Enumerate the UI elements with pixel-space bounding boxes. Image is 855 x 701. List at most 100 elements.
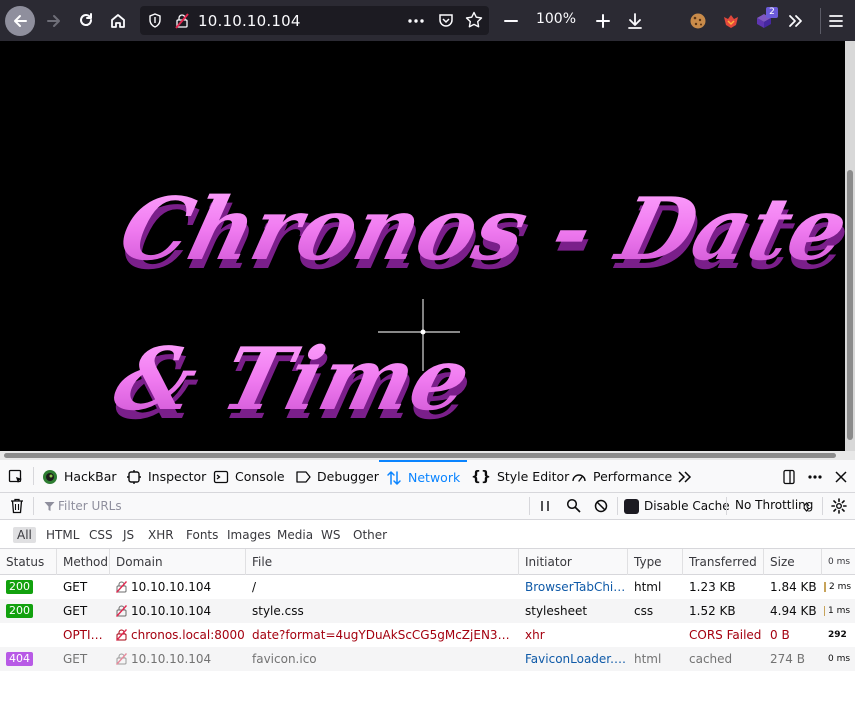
table-row[interactable]: 404 GET 10.10.10.104 favicon.ico Favicon… — [0, 647, 855, 671]
console-icon — [213, 470, 229, 483]
chevron-double-right-icon — [789, 15, 802, 27]
filter-all[interactable]: All — [13, 527, 36, 543]
page-title-line1: Chronos - Date — [110, 178, 845, 279]
trash-icon — [11, 498, 23, 514]
column-size[interactable]: Size — [764, 549, 822, 575]
tab-console[interactable]: Console — [213, 460, 285, 493]
column-file[interactable]: File — [246, 549, 519, 575]
zoom-out-button[interactable] — [497, 7, 525, 35]
request-initiator: xhr — [525, 628, 545, 642]
hackbar-icon — [43, 469, 57, 484]
request-domain-text: chronos.local:8000 — [131, 628, 245, 642]
filter-xhr[interactable]: XHR — [144, 527, 178, 543]
hamburger-icon — [829, 15, 843, 27]
filter-css[interactable]: CSS — [85, 527, 117, 543]
column-domain[interactable]: Domain — [110, 549, 246, 575]
throttling-select[interactable]: No Throttling — [735, 498, 813, 512]
filter-js[interactable]: JS — [119, 527, 138, 543]
fox-extension-icon — [724, 15, 738, 28]
filter-other[interactable]: Other — [349, 527, 391, 543]
disable-cache-checkbox[interactable] — [624, 499, 639, 514]
request-transferred: 1.23 KB — [689, 580, 736, 594]
hamburger-menu-button[interactable] — [822, 7, 850, 35]
network-arrows-icon — [387, 470, 401, 485]
table-row[interactable]: 200 GET 10.10.10.104 / BrowserTabChild.j… — [0, 575, 855, 599]
search-button[interactable] — [566, 498, 581, 516]
cookie-extension-button[interactable] — [684, 7, 712, 35]
overflow-menu-button[interactable] — [781, 7, 809, 35]
reload-button[interactable] — [72, 7, 100, 35]
tab-performance[interactable]: Performance — [571, 460, 672, 493]
filter-images[interactable]: Images — [223, 527, 275, 543]
download-icon — [628, 13, 642, 29]
url-bar[interactable]: 10.10.10.104 — [140, 6, 489, 35]
filter-fonts[interactable]: Fonts — [182, 527, 222, 543]
home-button[interactable] — [104, 7, 132, 35]
column-initiator[interactable]: Initiator — [519, 549, 628, 575]
filter-ws[interactable]: WS — [317, 527, 344, 543]
network-settings-button[interactable] — [831, 498, 847, 517]
block-icon — [594, 499, 608, 513]
request-domain: 10.10.10.104 — [110, 647, 246, 671]
tab-hackbar[interactable]: HackBar — [42, 460, 117, 493]
clear-requests-button[interactable] — [10, 498, 24, 517]
tab-debugger[interactable]: Debugger — [295, 460, 379, 493]
tab-inspector[interactable]: Inspector — [126, 460, 206, 493]
table-row[interactable]: 200 GET 10.10.10.104 style.css styleshee… — [0, 599, 855, 623]
more-tools-button[interactable] — [676, 460, 692, 493]
pause-recording-button[interactable] — [539, 499, 551, 516]
request-type: css — [634, 604, 654, 618]
element-picker-button[interactable] — [8, 460, 24, 493]
pocket-icon[interactable] — [438, 12, 454, 28]
tab-network[interactable]: Network — [379, 460, 468, 493]
horizontal-scrollbar-thumb[interactable] — [4, 453, 836, 458]
shield-icon[interactable] — [148, 13, 162, 28]
more-actions-icon[interactable] — [408, 18, 424, 24]
url-text[interactable]: 10.10.10.104 — [198, 12, 301, 30]
filter-html[interactable]: HTML — [42, 527, 83, 543]
disable-cache-label[interactable]: Disable Cache — [644, 499, 730, 513]
vertical-scrollbar-thumb[interactable] — [847, 170, 853, 440]
block-requests-button[interactable] — [594, 499, 608, 516]
column-status[interactable]: Status — [0, 549, 57, 575]
request-type: html — [634, 580, 662, 594]
star-bookmark-icon[interactable] — [465, 11, 483, 29]
zoom-level[interactable]: 100% — [528, 11, 584, 27]
filter-urls-input[interactable]: Filter URLs — [58, 499, 122, 513]
request-initiator[interactable]: BrowserTabChild.j... — [519, 575, 628, 599]
request-domain: 10.10.10.104 — [110, 599, 246, 623]
reload-icon — [80, 13, 93, 26]
request-method: GET — [63, 604, 88, 618]
table-row[interactable]: OPTIO... chronos.local:8000 date?format=… — [0, 623, 855, 664]
request-initiator[interactable]: FaviconLoader.js... — [519, 647, 628, 671]
request-type — [628, 623, 683, 647]
column-waterfall[interactable]: 0 ms — [822, 549, 855, 575]
tab-performance-label: Performance — [593, 469, 673, 484]
downloads-button[interactable] — [621, 7, 649, 35]
tab-style-editor[interactable]: {} Style Editor — [471, 460, 569, 493]
wappalyzer-extension-button[interactable] — [717, 7, 745, 35]
devtools-menu-button[interactable] — [807, 460, 823, 493]
dock-toggle-button[interactable] — [781, 460, 797, 493]
request-method: GET — [63, 652, 88, 666]
toolbar-separator — [820, 8, 821, 34]
request-time: 2 ms — [829, 582, 852, 592]
devtools-tabbar: HackBar Inspector Console Debugger Netwo… — [0, 460, 855, 493]
gear-icon — [831, 498, 847, 514]
column-method[interactable]: Method — [57, 549, 110, 575]
tab-console-label: Console — [235, 469, 285, 484]
column-transferred[interactable]: Transferred — [683, 549, 764, 575]
forward-button[interactable] — [40, 7, 68, 35]
request-file: favicon.ico — [252, 652, 317, 666]
request-method: OPTIO... — [63, 628, 110, 642]
request-domain-text: 10.10.10.104 — [131, 580, 212, 594]
zoom-in-button[interactable] — [589, 7, 617, 35]
insecure-lock-icon[interactable] — [174, 13, 190, 29]
back-button[interactable] — [5, 6, 35, 36]
devtools-close-button[interactable] — [834, 460, 848, 493]
column-type[interactable]: Type — [628, 549, 683, 575]
request-type-filters: All HTML CSS JS XHR Fonts Images Media W… — [0, 520, 855, 549]
filter-media[interactable]: Media — [273, 527, 317, 543]
request-file: style.css — [252, 604, 304, 618]
request-size: 0 B — [770, 628, 790, 642]
